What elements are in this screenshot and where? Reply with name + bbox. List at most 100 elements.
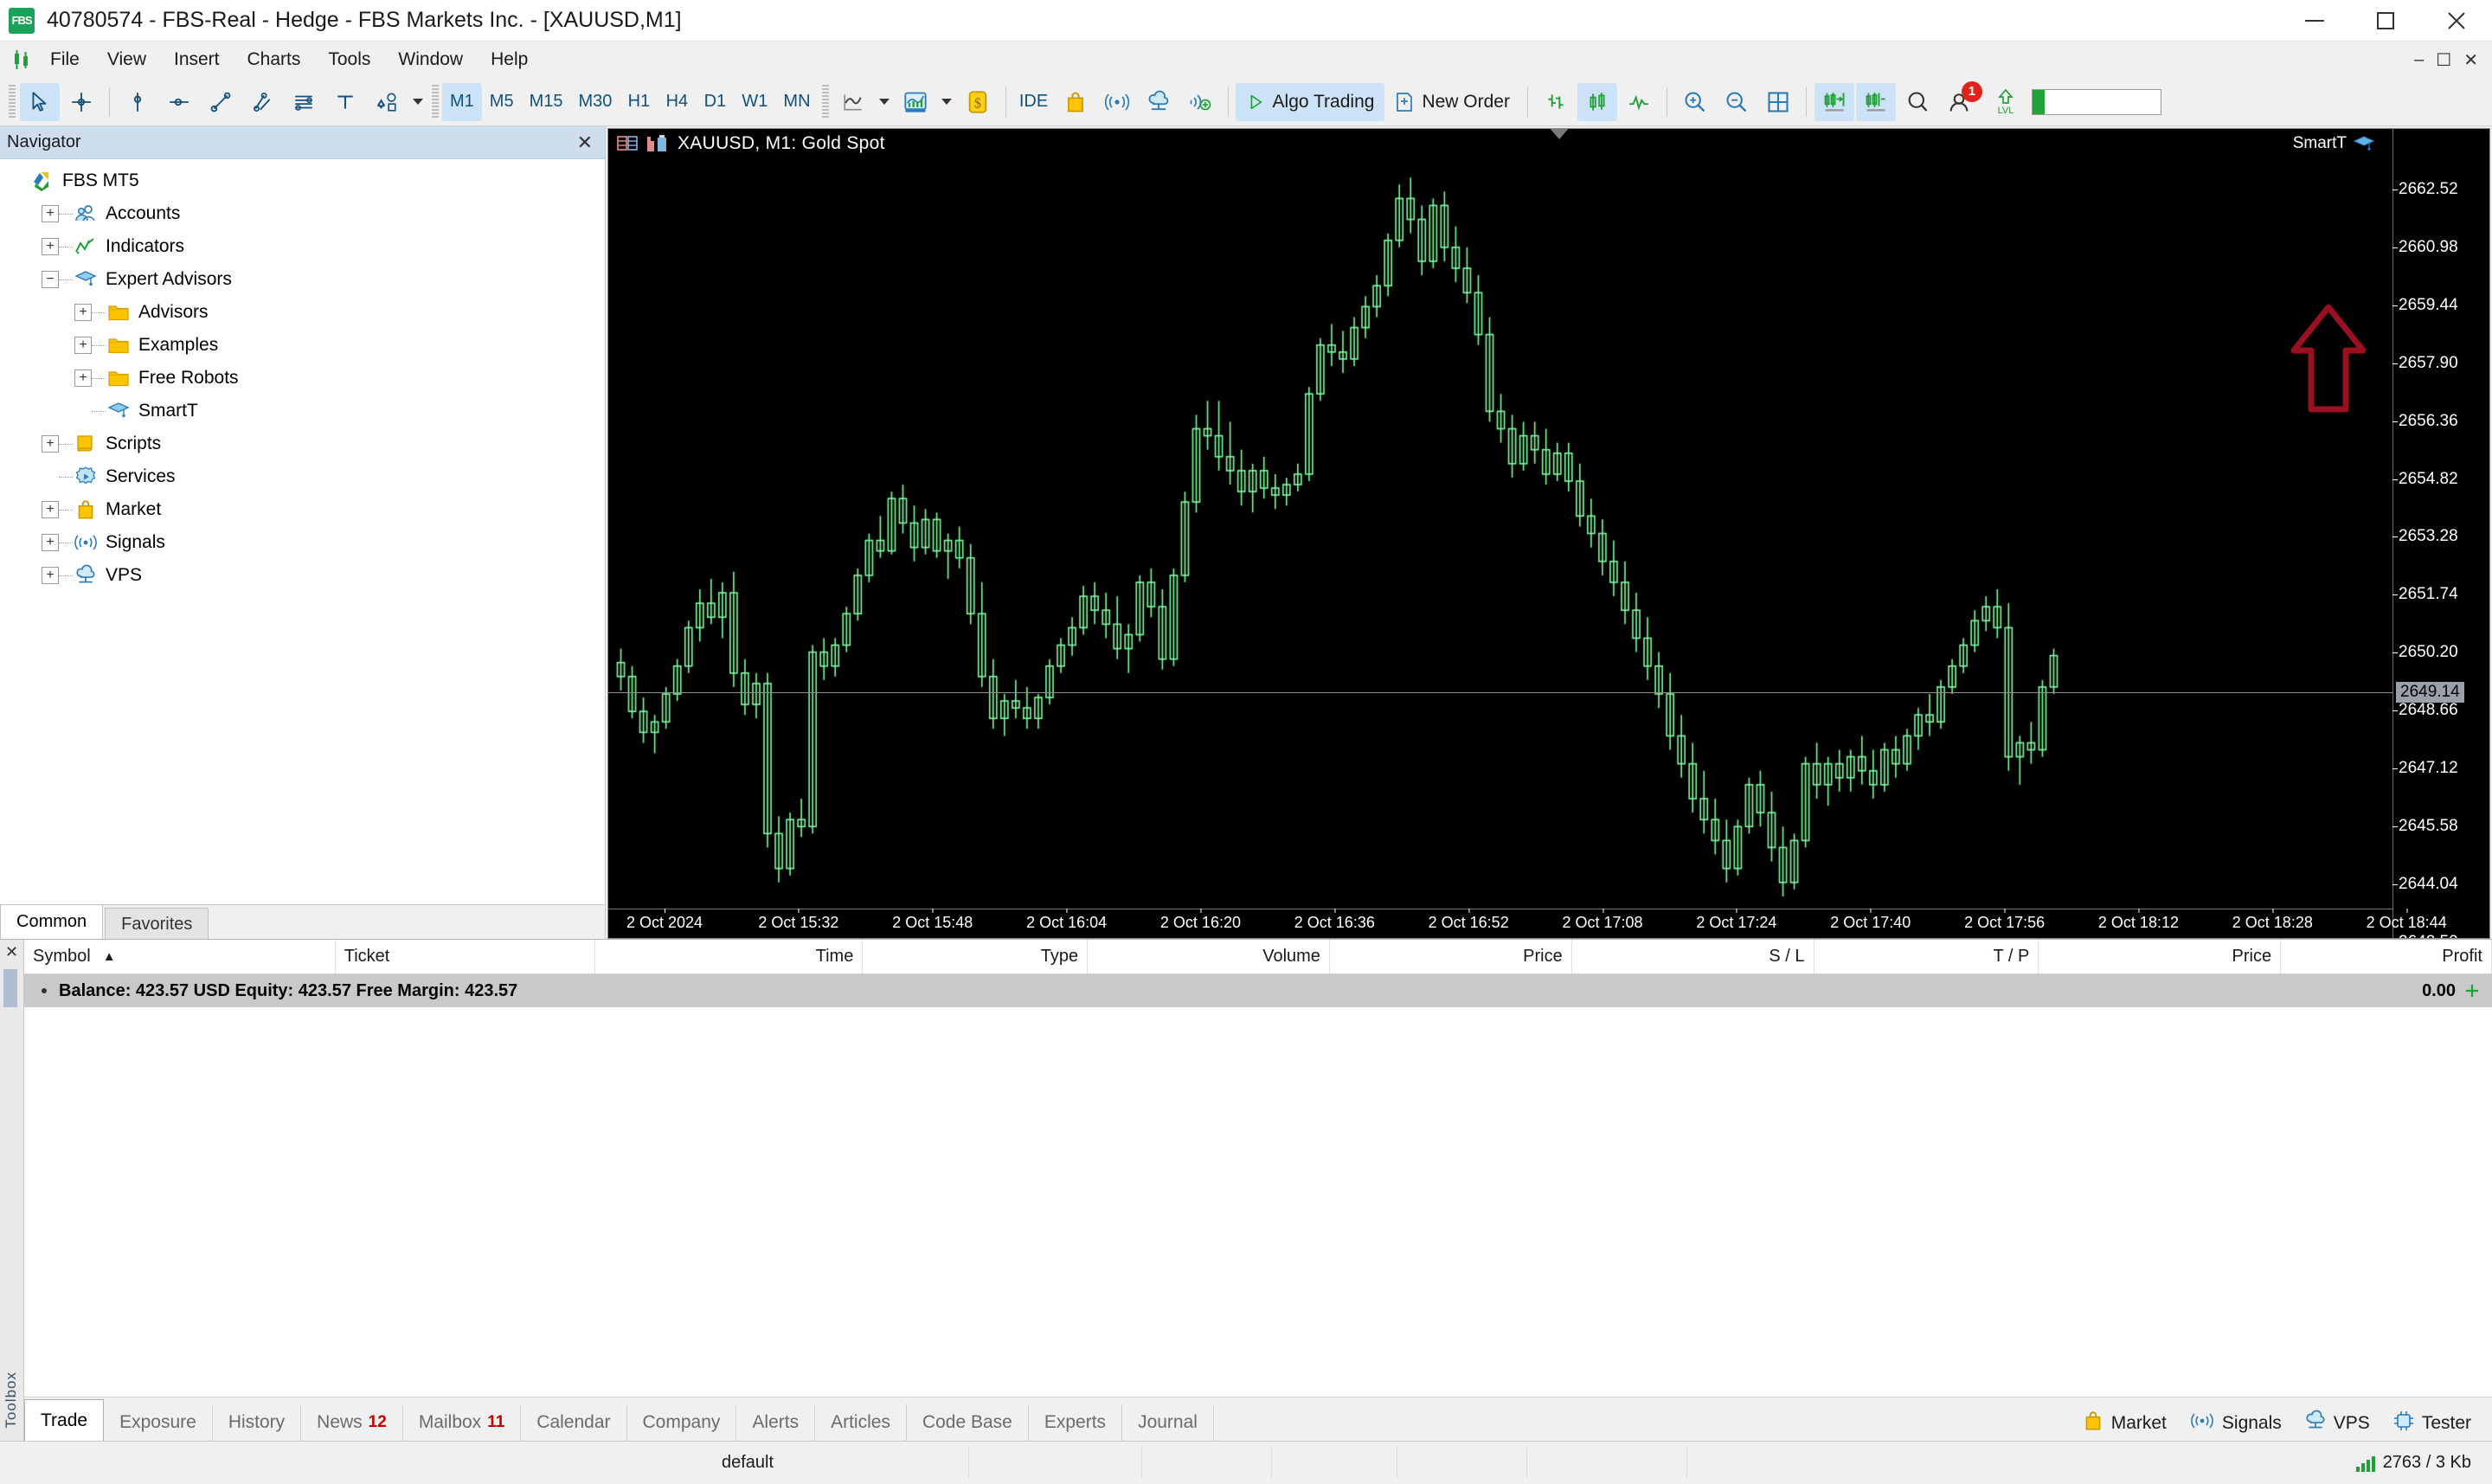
chart-type-dropdown-icon[interactable] [879,99,890,105]
toolbox-tab-exposure[interactable]: Exposure [104,1404,213,1441]
table-column-header[interactable]: Type [863,940,1088,973]
lvl-icon[interactable]: LVL [1981,83,2031,121]
algo-trading-button[interactable]: Algo Trading [1236,83,1385,121]
toolbox-tab-history[interactable]: History [213,1404,301,1441]
status-profile[interactable]: default [710,1448,969,1479]
toolbox-tab-calendar[interactable]: Calendar [521,1404,626,1441]
templates-dropdown-icon[interactable] [941,99,952,105]
bar-chart-icon[interactable] [1536,83,1576,121]
trendline-icon[interactable] [201,83,241,121]
chart-expert-advisor-badge[interactable]: SmartT [2293,134,2375,153]
timeframe-m5[interactable]: M5 [482,83,522,121]
line-chart-icon[interactable] [833,83,873,121]
navigator-item-scripts[interactable]: + Scripts [0,427,605,460]
timeframe-h1[interactable]: H1 [620,83,658,121]
menu-item-window[interactable]: Window [384,42,477,78]
navigator-item-smartt[interactable]: SmartT [0,395,605,427]
toolbar-grip[interactable] [432,85,439,119]
timeframe-w1[interactable]: W1 [734,83,775,121]
timeframe-mn[interactable]: MN [775,83,818,121]
toolbox-handle[interactable] [3,969,17,1007]
navigator-tab-common[interactable]: Common [0,904,103,939]
table-column-header[interactable]: Symbol▲ [24,940,336,973]
price-axis[interactable]: 2662.522660.982659.442657.902656.362654.… [2392,129,2489,938]
cursor-icon[interactable] [20,83,60,121]
horizontal-line-icon[interactable] [159,83,199,121]
timeframe-d1[interactable]: D1 [696,83,734,121]
toolbox-tab-code-base[interactable]: Code Base [907,1404,1029,1441]
vps-cloud-icon[interactable] [1139,83,1179,121]
table-column-header[interactable]: Time [595,940,864,973]
toolbox-tab-experts[interactable]: Experts [1029,1404,1122,1441]
navigator-item-examples[interactable]: + Examples [0,329,605,362]
templates-icon[interactable] [896,83,935,121]
dollar-icon[interactable]: $ [958,83,998,121]
table-column-header[interactable]: T / P [1814,940,2039,973]
toolbox-link-vps[interactable]: VPS [2296,1410,2379,1437]
grid-icon[interactable] [1758,83,1798,121]
tree-expander-icon[interactable]: + [42,567,59,584]
toolbar-grip[interactable] [9,85,16,119]
minimize-icon[interactable] [2279,0,2350,42]
navigator-item-expert-advisors[interactable]: − Expert Advisors [0,263,605,296]
market-bag-icon[interactable] [1056,83,1095,121]
tree-expander-icon[interactable]: − [42,271,59,288]
navigator-item-signals[interactable]: + Signals [0,526,605,559]
menu-item-help[interactable]: Help [477,42,542,78]
tree-expander-icon[interactable]: + [42,238,59,255]
fibonacci-icon[interactable] [284,83,324,121]
mdi-minimize-icon[interactable]: – [2414,50,2424,70]
tree-expander-icon[interactable]: + [74,337,92,354]
timeframe-m1[interactable]: M1 [442,83,482,121]
navigator-item-indicators[interactable]: + Indicators [0,230,605,263]
menu-item-charts[interactable]: Charts [234,42,315,78]
table-column-header[interactable]: Profit [2281,940,2492,973]
mdi-close-icon[interactable]: ✕ [2463,49,2478,71]
text-icon[interactable] [325,83,365,121]
toolbox-tab-journal[interactable]: Journal [1122,1404,1214,1441]
menu-item-view[interactable]: View [93,42,160,78]
crosshair-icon[interactable] [61,83,101,121]
table-column-header[interactable]: Price [2039,940,2281,973]
candlestick-icon[interactable] [1577,83,1617,121]
menu-item-file[interactable]: File [36,42,93,78]
ide-icon[interactable]: IDE [1014,83,1054,121]
xauusd-chart[interactable]: XAUUSD, M1: Gold Spot SmartT [607,128,2490,939]
toolbox-tab-alerts[interactable]: Alerts [736,1404,815,1441]
table-column-header[interactable]: Price [1330,940,1572,973]
timeframe-h4[interactable]: H4 [658,83,696,121]
vertical-line-icon[interactable] [118,83,157,121]
line-mode-icon[interactable] [1619,83,1659,121]
shapes-icon[interactable] [367,83,407,121]
table-column-header[interactable]: S / L [1572,940,1814,973]
new-order-button[interactable]: New Order [1384,83,1520,121]
signals-icon[interactable] [1097,83,1137,121]
navigator-item-accounts[interactable]: + Accounts [0,197,605,230]
timeframe-m30[interactable]: M30 [571,83,620,121]
toolbox-tab-company[interactable]: Company [627,1404,737,1441]
tree-expander-icon[interactable]: + [42,501,59,518]
close-icon[interactable]: ✕ [572,132,598,154]
tree-expander-icon[interactable]: + [42,435,59,453]
timeframe-m15[interactable]: M15 [522,83,571,121]
tree-expander-icon[interactable]: + [42,205,59,222]
auto-scroll-icon[interactable] [1814,83,1854,121]
toolbox-link-signals[interactable]: Signals [2180,1411,2290,1436]
search-icon[interactable] [1898,83,1937,121]
navigator-tree[interactable]: FBS MT5+ Accounts+ Indicators− Expert Ad… [0,159,605,904]
shapes-dropdown-icon[interactable] [413,99,423,105]
zoom-out-icon[interactable] [1717,83,1757,121]
chart-scroll-marker[interactable] [1549,128,1570,139]
table-column-header[interactable]: Volume [1088,940,1330,973]
toolbox-tab-trade[interactable]: Trade [24,1399,104,1441]
trade-table-body[interactable] [24,1007,2492,1397]
table-column-header[interactable]: Ticket [336,940,595,973]
toolbox-tab-mailbox[interactable]: Mailbox11 [403,1404,521,1441]
navigator-item-fbs-mt5[interactable]: FBS MT5 [0,164,605,197]
tree-expander-icon[interactable]: + [42,534,59,551]
navigator-item-free-robots[interactable]: + Free Robots [0,362,605,395]
menu-item-insert[interactable]: Insert [160,42,234,78]
navigator-item-services[interactable]: Services [0,460,605,493]
polyline-icon[interactable] [242,83,282,121]
plus-icon[interactable] [2463,981,2482,1000]
